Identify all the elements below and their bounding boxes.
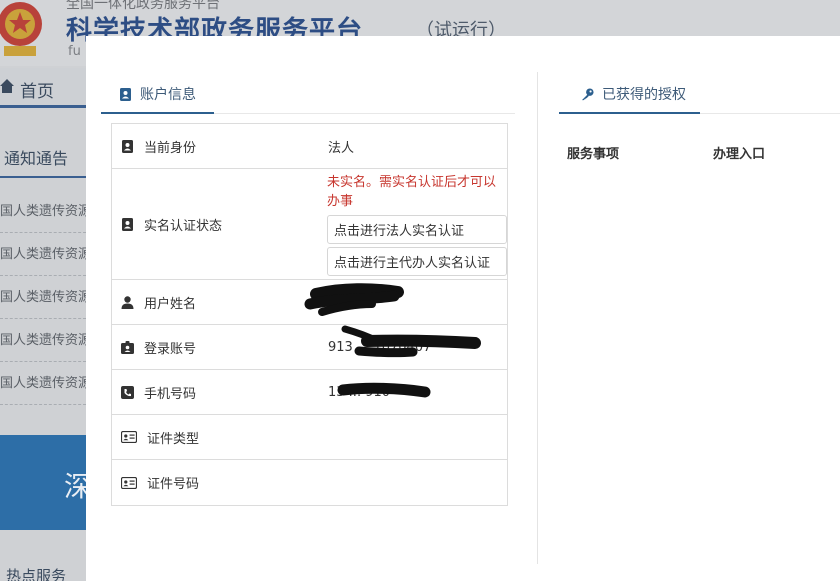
modal-column-divider (537, 72, 538, 564)
col-entry: 办理入口 (713, 147, 766, 162)
background-nav-home: 首页 (0, 68, 86, 108)
phone-label: 手机号码 (144, 386, 197, 402)
background-notice-item: 国人类遗传资源 (0, 319, 86, 362)
home-icon (0, 79, 14, 93)
col-service-item: 服务事项 (567, 147, 620, 162)
authorization-table-header: 服务事项 办理入口 (567, 143, 840, 162)
row-phone: 手机号码 13 ... 910 (112, 370, 507, 415)
background-notice-item: 国人类遗传资源 (0, 362, 86, 405)
verification-status-text: 未实名。需实名认证后才可以办事 (327, 175, 497, 209)
row-login-account: 登录账号 913 ... 1070407 (112, 325, 507, 370)
account-tabbar: 账户信息 (101, 76, 515, 114)
row-certificate-number: 证件号码 (112, 460, 507, 505)
key-icon (581, 87, 594, 100)
agent-verify-button[interactable]: 点击进行主代办人实名认证 (327, 247, 507, 276)
current-identity-value: 法人 (328, 140, 355, 156)
background-hot-services: 热点服务 (6, 567, 67, 581)
tab-authorizations[interactable]: 已获得的授权 (559, 76, 700, 114)
username-label: 用户姓名 (144, 296, 197, 312)
row-verification-status: 实名认证状态 未实名。需实名认证后才可以办事 点击进行法人实名认证 点击进行主代… (112, 169, 507, 280)
current-identity-label: 当前身份 (144, 140, 197, 156)
id-card-icon (121, 476, 137, 489)
tab-authorizations-label: 已获得的授权 (602, 87, 686, 103)
background-notice-title: 通知通告 (4, 149, 69, 168)
id-card-icon (121, 431, 137, 443)
login-account-label: 登录账号 (144, 341, 197, 357)
account-modal: 账户信息 已获得的授权 当前身份 法人 实名认证状态 未实名。需实名认证后才可以… (86, 36, 840, 581)
login-account-value: 913 ... 1070407 (328, 339, 432, 355)
account-info-table: 当前身份 法人 实名认证状态 未实名。需实名认证后才可以办事 点击进行法人实名认… (111, 123, 508, 506)
user-icon (121, 295, 134, 309)
certificate-number-label: 证件号码 (147, 477, 200, 492)
background-notice-underline (0, 176, 86, 178)
background-notice-item: 国人类遗传资源 (0, 233, 86, 276)
verification-status-label: 实名认证状态 (144, 218, 223, 234)
tab-account-info-label: 账户信息 (140, 87, 196, 103)
background-site-subtitle: fu (68, 44, 81, 59)
legal-person-verify-button[interactable]: 点击进行法人实名认证 (327, 215, 507, 244)
certificate-type-label: 证件类型 (147, 431, 200, 447)
background-banner: 深 (0, 435, 92, 530)
phone-icon (121, 385, 134, 399)
badge-icon (121, 340, 134, 354)
row-username: 用户姓名 (112, 280, 507, 325)
background-nav-home-label: 首页 (20, 82, 54, 102)
row-current-identity: 当前身份 法人 (112, 124, 507, 169)
tab-account-info[interactable]: 账户信息 (101, 76, 214, 114)
background-notice-list: 国人类遗传资源 国人类遗传资源 国人类遗传资源 国人类遗传资源 国人类遗传资源 (0, 190, 86, 405)
id-badge-icon (122, 217, 133, 231)
id-badge-icon (122, 139, 133, 153)
background-notice-item: 国人类遗传资源 (0, 276, 86, 319)
authorization-tabbar: 已获得的授权 (559, 76, 840, 114)
phone-value: 13 ... 910 (328, 384, 391, 400)
national-emblem-icon (0, 2, 42, 56)
contact-book-icon (120, 87, 131, 101)
row-certificate-type: 证件类型 (112, 415, 507, 460)
background-notice-item: 国人类遗传资源 (0, 190, 86, 233)
